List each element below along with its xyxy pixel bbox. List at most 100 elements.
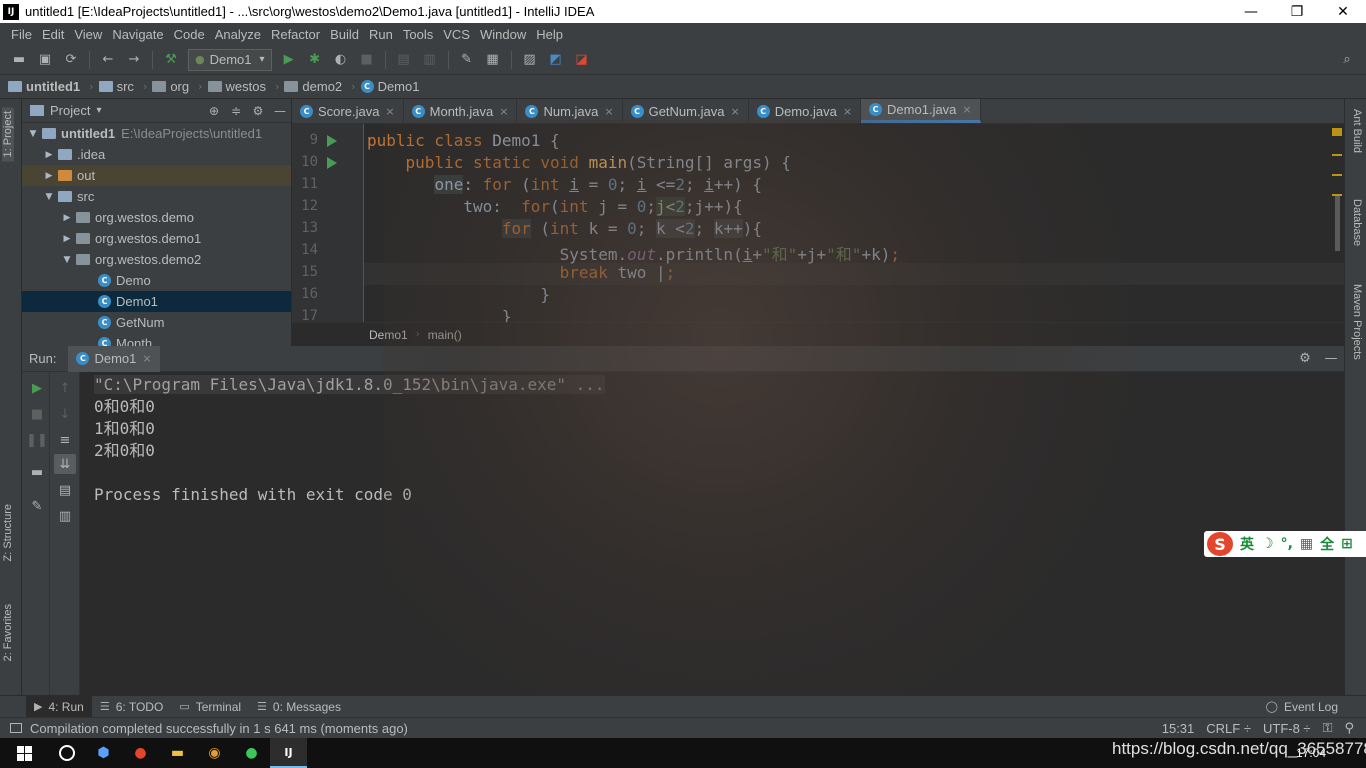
- menu-code[interactable]: Code: [169, 27, 210, 42]
- file-encoding[interactable]: UTF-8 ÷: [1263, 721, 1311, 736]
- expand-arrow-icon[interactable]: ▶: [60, 213, 74, 223]
- open-folder-icon[interactable]: ▬: [8, 49, 30, 71]
- punctuation-icon[interactable]: °,: [1281, 536, 1293, 552]
- tree-item-package-demo1[interactable]: ▶ org.westos.demo1: [22, 228, 291, 249]
- forward-arrow-icon[interactable]: →: [123, 49, 145, 71]
- tool-tab-event-log[interactable]: ◯ Event Log: [1258, 696, 1346, 718]
- menu-analyze[interactable]: Analyze: [210, 27, 266, 42]
- green-app-icon[interactable]: ●: [233, 738, 270, 768]
- grid-icon[interactable]: ⊞: [1341, 536, 1353, 552]
- menu-view[interactable]: View: [69, 27, 107, 42]
- tree-item-untitled1[interactable]: ▼ untitled1 E:\IdeaProjects\untitled1: [22, 123, 291, 144]
- ime-language[interactable]: 英: [1240, 534, 1254, 554]
- trash-icon[interactable]: ▥: [54, 506, 76, 526]
- breadcrumb-src[interactable]: src: [98, 79, 134, 94]
- warning-stripe[interactable]: [1332, 174, 1342, 176]
- tool-tab-terminal[interactable]: ▭ Terminal: [171, 696, 249, 718]
- warning-stripe[interactable]: [1332, 154, 1342, 156]
- expand-arrow-icon[interactable]: ▶: [60, 234, 74, 244]
- hide-panel-icon[interactable]: —: [269, 104, 291, 118]
- translate-alt-icon[interactable]: ◪: [571, 49, 593, 71]
- breadcrumb-org[interactable]: org: [152, 79, 189, 94]
- expand-arrow-icon[interactable]: ▼: [26, 129, 40, 139]
- menu-help[interactable]: Help: [531, 27, 568, 42]
- run-configuration-select[interactable]: ● Demo1 ▾: [188, 48, 272, 71]
- tool-window-toggle-icon[interactable]: [10, 723, 22, 733]
- task-view-icon[interactable]: ⬢: [85, 738, 122, 768]
- expand-arrow-icon[interactable]: ▼: [42, 192, 56, 202]
- sync-icon[interactable]: ⟳: [60, 49, 82, 71]
- chrome-icon[interactable]: ◉: [196, 738, 233, 768]
- close-tab-icon[interactable]: ×: [843, 105, 852, 118]
- tool-tab-run[interactable]: ▶ 4: Run: [26, 695, 92, 718]
- hide-panel-icon[interactable]: —: [1318, 351, 1344, 366]
- menu-vcs[interactable]: VCS: [438, 27, 475, 42]
- tab-score-java[interactable]: C Score.java ×: [292, 99, 404, 123]
- tree-item-class-demo[interactable]: C Demo: [22, 270, 291, 291]
- tree-item-class-getnum[interactable]: C GetNum: [22, 312, 291, 333]
- project-structure-icon[interactable]: ▦: [482, 49, 504, 71]
- tab-month-java[interactable]: C Month.java ×: [404, 99, 518, 123]
- task-icon[interactable]: ▨: [519, 49, 541, 71]
- caret-position[interactable]: 15:31: [1162, 721, 1195, 736]
- fullwidth-toggle[interactable]: 全: [1320, 534, 1334, 554]
- file-explorer-icon[interactable]: ▬: [159, 738, 196, 768]
- editor-scrollbar[interactable]: [1332, 124, 1344, 322]
- tree-item-src[interactable]: ▼ src: [22, 186, 291, 207]
- search-icon[interactable]: ⌕: [1336, 49, 1358, 71]
- layout-icon[interactable]: ▬: [26, 462, 48, 482]
- up-arrow-icon[interactable]: ↑: [54, 378, 76, 398]
- intellij-taskbar-icon[interactable]: IJ: [270, 738, 307, 768]
- tool-tab-favorites[interactable]: 2: Favorites: [2, 604, 14, 661]
- tab-getnum-java[interactable]: C GetNum.java ×: [623, 99, 749, 123]
- expand-arrow-icon[interactable]: ▼: [60, 255, 74, 265]
- run-tab-demo1[interactable]: C Demo1 ×: [68, 345, 160, 372]
- tab-num-java[interactable]: C Num.java ×: [517, 99, 623, 123]
- run-gutter-icon[interactable]: [327, 157, 337, 169]
- menu-navigate[interactable]: Navigate: [107, 27, 168, 42]
- vcs-commit-icon[interactable]: ▥: [419, 49, 441, 71]
- menu-window[interactable]: Window: [475, 27, 531, 42]
- pin-icon[interactable]: ✎: [26, 496, 48, 516]
- soft-wrap-icon[interactable]: ≡: [54, 430, 76, 450]
- save-icon[interactable]: ▣: [34, 49, 56, 71]
- gear-icon[interactable]: ⚙: [247, 104, 269, 118]
- translate-icon[interactable]: ◩: [545, 49, 567, 71]
- down-arrow-icon[interactable]: ↓: [54, 404, 76, 424]
- coverage-icon[interactable]: ◐: [330, 49, 352, 71]
- menu-refactor[interactable]: Refactor: [266, 27, 325, 42]
- lock-icon[interactable]: ⚿: [1323, 721, 1333, 736]
- gear-icon[interactable]: ⚙: [1292, 351, 1318, 366]
- tool-tab-ant-build[interactable]: Ant Build: [1351, 109, 1363, 153]
- tab-demo-java[interactable]: C Demo.java ×: [749, 99, 862, 123]
- tool-tab-messages[interactable]: ☰ 0: Messages: [249, 696, 349, 718]
- ime-toolbar[interactable]: S 英 ☽ °, ▦ 全 ⊞: [1204, 531, 1366, 557]
- windows-start-icon[interactable]: [0, 738, 48, 768]
- line-separator[interactable]: CRLF ÷: [1206, 721, 1251, 736]
- git-icon[interactable]: ⚲: [1344, 721, 1354, 736]
- breadcrumb-demo1[interactable]: C Demo1: [360, 79, 419, 94]
- menu-build[interactable]: Build: [325, 27, 364, 42]
- tool-tab-structure[interactable]: Z: Structure: [2, 504, 14, 561]
- close-tab-icon[interactable]: ×: [962, 103, 971, 116]
- warning-stripe[interactable]: [1332, 128, 1342, 136]
- close-tab-icon[interactable]: ×: [604, 105, 613, 118]
- close-tab-icon[interactable]: ×: [385, 105, 394, 118]
- breadcrumb-demo2[interactable]: demo2: [284, 79, 342, 94]
- settings-wrench-icon[interactable]: ✎: [456, 49, 478, 71]
- expand-arrow-icon[interactable]: ▶: [42, 171, 56, 181]
- status-message[interactable]: Compilation completed successfully in 1 …: [30, 721, 1162, 736]
- stop-icon[interactable]: ■: [26, 404, 48, 424]
- back-arrow-icon[interactable]: ←: [97, 49, 119, 71]
- breadcrumb-project[interactable]: untitled1: [8, 79, 80, 94]
- build-hammer-icon[interactable]: ⚒: [160, 49, 182, 71]
- menu-run[interactable]: Run: [364, 27, 398, 42]
- menu-tools[interactable]: Tools: [398, 27, 438, 42]
- menu-edit[interactable]: Edit: [37, 27, 69, 42]
- moon-icon[interactable]: ☽: [1261, 536, 1274, 552]
- tool-tab-maven[interactable]: Maven Projects: [1351, 284, 1363, 360]
- tool-tab-todo[interactable]: ☰ 6: TODO: [92, 696, 171, 718]
- code-editor[interactable]: 9 10 11 12 13 14 15 16 17 public class D…: [292, 124, 1344, 322]
- minimize-button[interactable]: —: [1228, 0, 1274, 23]
- scroll-thumb[interactable]: [1335, 196, 1340, 251]
